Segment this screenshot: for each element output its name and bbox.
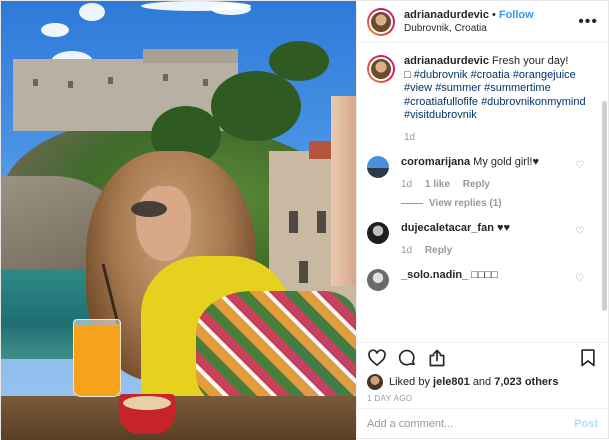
comment-like-heart-icon[interactable]: ♡ xyxy=(575,160,584,171)
liker-avatar[interactable] xyxy=(367,374,383,390)
location-link[interactable]: Dubrovnik, Croatia xyxy=(404,22,578,35)
share-icon[interactable] xyxy=(427,348,447,368)
caption-text: Fresh your day! xyxy=(492,55,569,67)
comment-text: □□□□ xyxy=(471,269,498,281)
reply-button[interactable]: Reply xyxy=(425,245,452,256)
likes-summary: Liked by jele801 and 7,023 others xyxy=(357,372,608,392)
hashtag[interactable]: #summertime xyxy=(484,82,551,94)
hashtag[interactable]: #view xyxy=(404,82,432,94)
hashtag[interactable]: #visitdubrovnik xyxy=(404,109,477,121)
juice-glass xyxy=(73,319,121,397)
hashtag[interactable]: #dubrovnikonmymind xyxy=(481,96,586,108)
comment-item: dujecaletacar_fan ♥♥ 1d Reply ♡ xyxy=(367,222,598,257)
post-timestamp[interactable]: 1 DAY AGO xyxy=(357,392,608,408)
comment-text: My gold girl!♥ xyxy=(473,156,539,168)
liker-username[interactable]: jele801 xyxy=(433,376,470,388)
comment-item: _solo.nadin_ □□□□ ♡ xyxy=(367,269,598,291)
comment-likes[interactable]: 1 like xyxy=(425,179,450,190)
hashtag[interactable]: #dubrovnik xyxy=(414,69,468,81)
follow-button[interactable]: Follow xyxy=(499,9,534,21)
more-horizontal-icon[interactable]: ••• xyxy=(578,13,598,29)
add-comment-bar: Post xyxy=(357,408,608,438)
caption-username[interactable]: adrianadurdevic xyxy=(404,55,489,67)
coffee-cup xyxy=(119,394,175,434)
comment-icon[interactable] xyxy=(397,348,417,368)
commenter-username[interactable]: dujecaletacar_fan xyxy=(401,222,494,234)
caption: adrianadurdevic Fresh your day! □ #dubro… xyxy=(367,55,598,144)
hashtag[interactable]: #croatia xyxy=(471,69,510,81)
hashtag[interactable]: #summer xyxy=(435,82,481,94)
commenter-avatar[interactable] xyxy=(367,222,389,244)
author-username[interactable]: adrianadurdevic xyxy=(404,9,489,21)
add-comment-input[interactable] xyxy=(367,417,575,430)
likes-and: and xyxy=(472,376,492,388)
bookmark-icon[interactable] xyxy=(578,348,598,368)
comment-like-heart-icon[interactable]: ♡ xyxy=(575,226,584,237)
instagram-post: adrianadurdevic • Follow Dubrovnik, Croati… xyxy=(0,0,609,440)
commenter-username[interactable]: coromarijana xyxy=(401,156,470,168)
caption-time[interactable]: 1d xyxy=(404,131,598,145)
comments-list[interactable]: adrianadurdevic Fresh your day! □ #dubro… xyxy=(357,43,608,342)
post-photo[interactable] xyxy=(1,1,356,440)
post-sidebar: adrianadurdevic • Follow Dubrovnik, Croati… xyxy=(356,1,608,438)
reply-button[interactable]: Reply xyxy=(463,179,490,190)
comment-like-heart-icon[interactable]: ♡ xyxy=(575,273,584,284)
post-actions xyxy=(357,342,608,372)
comment-text: ♥♥ xyxy=(497,222,511,234)
separator-dot: • xyxy=(491,8,496,21)
comment-time[interactable]: 1d xyxy=(401,245,412,256)
heart-icon[interactable] xyxy=(367,348,387,368)
post-header: adrianadurdevic • Follow Dubrovnik, Croati… xyxy=(357,1,608,43)
hashtag[interactable]: #croatiafullofife xyxy=(404,96,478,108)
comment-item: coromarijana My gold girl!♥ 1d 1 like Re… xyxy=(367,156,598,210)
hashtag[interactable]: #orangejuice xyxy=(513,69,576,81)
caption-glyph: □ xyxy=(404,68,411,81)
commenter-username[interactable]: _solo.nadin_ xyxy=(401,269,468,281)
commenter-avatar[interactable] xyxy=(367,269,389,291)
post-comment-button[interactable]: Post xyxy=(574,418,598,430)
commenter-avatar[interactable] xyxy=(367,156,389,178)
caption-avatar[interactable] xyxy=(367,55,395,83)
comments-scrollbar[interactable] xyxy=(602,101,607,311)
comment-time[interactable]: 1d xyxy=(401,179,412,190)
author-avatar[interactable] xyxy=(367,7,395,36)
likes-prefix: Liked by xyxy=(389,376,430,388)
view-replies-button[interactable]: View replies (1) xyxy=(401,197,598,210)
likes-others-button[interactable]: 7,023 others xyxy=(494,376,558,388)
